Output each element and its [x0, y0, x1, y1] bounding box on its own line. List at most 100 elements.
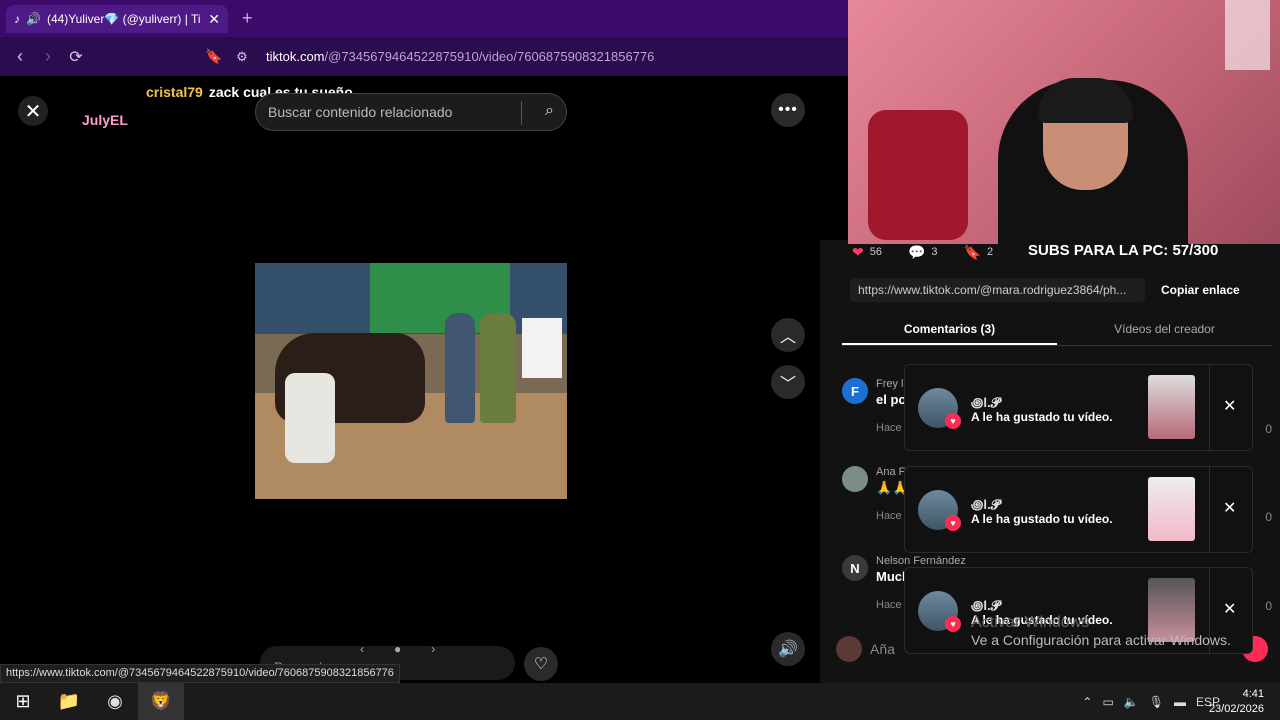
comment-count: 3	[931, 246, 938, 258]
like-notification[interactable]: ♥ ꩜l.𝓟 A le ha gustado tu vídeo. ✕	[904, 466, 1253, 553]
close-icon: ✕	[1223, 398, 1237, 415]
microphone-icon[interactable]: 🎙	[1149, 695, 1164, 709]
save-count-icon[interactable]: 🔖	[964, 244, 981, 261]
carousel-next-icon[interactable]: ›	[431, 642, 435, 656]
tab-title: (44)Yuliver💎 (@yuliverr) | Ti	[46, 12, 201, 26]
comment-text: el po	[876, 392, 907, 407]
subs-goal-overlay: SUBS PARA LA PC: 57/300	[1028, 242, 1219, 259]
browser-tab-bar: ♪ 🔊 (44)Yuliver💎 (@yuliverr) | Ti ✕ +	[0, 0, 848, 37]
commenter-name[interactable]: Frey l	[876, 378, 904, 390]
network-icon[interactable]: ▭	[1102, 695, 1113, 709]
windows-start-icon[interactable]: ⊞	[0, 683, 46, 720]
notification-divider	[1209, 467, 1210, 552]
notification-user: ꩜l.𝓟	[971, 598, 1000, 613]
volume-tray-icon[interactable]: 🔈	[1124, 695, 1139, 709]
webcam-overlay	[848, 0, 1280, 244]
commenter-avatar[interactable]: N	[842, 555, 868, 581]
like-count-icon[interactable]: ❤	[852, 244, 864, 261]
notification-thumbnail[interactable]	[1148, 375, 1195, 439]
video-person	[445, 313, 475, 423]
heart-icon: ♡	[533, 656, 549, 673]
related-search-input[interactable]: Buscar contenido relacionado ⌕	[255, 93, 567, 131]
windows-activation-watermark: Activar Windows Ve a Configuración para …	[971, 614, 1231, 648]
share-link-row: https://www.tiktok.com/@mara.rodriguez38…	[850, 278, 1250, 302]
tab-close-button[interactable]: ✕	[208, 11, 220, 28]
comment-count-icon[interactable]: 💬	[908, 244, 925, 261]
close-notification-button[interactable]: ✕	[1223, 498, 1236, 518]
comment-like-count: 0	[1265, 422, 1272, 436]
previous-video-button[interactable]: ︿	[771, 318, 805, 352]
notification-message: A le ha gustado tu vídeo.	[971, 512, 1113, 526]
volume-button[interactable]: 🔊	[771, 632, 805, 666]
heart-icon: ♥	[945, 413, 961, 429]
url-domain: tiktok.com	[266, 49, 325, 64]
browser-tab[interactable]: ♪ 🔊 (44)Yuliver💎 (@yuliverr) | Ti ✕	[6, 5, 228, 33]
clock-date: 23/02/2026	[1208, 703, 1264, 715]
notification-thumbnail[interactable]	[1148, 477, 1195, 541]
webcam-hair	[1038, 78, 1133, 123]
back-icon[interactable]: ‹	[6, 46, 34, 67]
tray-chevron-icon[interactable]: ⌃	[1082, 695, 1092, 709]
tab-comments[interactable]: Comentarios (3)	[842, 318, 1057, 345]
close-notification-button[interactable]: ✕	[1223, 396, 1236, 416]
commenter-avatar[interactable]	[842, 466, 868, 492]
reload-icon[interactable]: ⟳	[62, 47, 90, 67]
comment-like-count: 0	[1265, 599, 1272, 613]
photo-carousel-nav: ‹ ● ›	[360, 642, 435, 656]
share-link[interactable]: https://www.tiktok.com/@mara.rodriguez38…	[850, 278, 1145, 302]
tiktok-icon: ♪	[14, 12, 20, 26]
like-notification[interactable]: ♥ ꩜l.𝓟 A le ha gustado tu vídeo. ✕	[904, 364, 1253, 451]
search-icon[interactable]: ⌕	[545, 102, 554, 120]
more-icon: •••	[778, 101, 798, 118]
volume-icon: 🔊	[778, 641, 798, 658]
system-tray: ⌃ ▭ 🔈 🎙 ▬ ESP	[1082, 683, 1220, 720]
heart-icon: ♥	[945, 616, 961, 632]
close-video-button[interactable]: ✕	[18, 96, 48, 126]
brave-browser-icon[interactable]: 🦁	[138, 683, 184, 720]
comment-like-count: 0	[1265, 510, 1272, 524]
tab-creator-videos[interactable]: Vídeos del creador	[1057, 318, 1272, 345]
status-bar-url: https://www.tiktok.com/@7345679464522875…	[0, 664, 400, 683]
chat-username: cristal79	[146, 84, 203, 100]
comment-time: Hace	[876, 510, 902, 522]
activation-subtitle: Ve a Configuración para activar Windows.	[971, 632, 1231, 648]
add-comment-input[interactable]: Aña	[870, 641, 895, 657]
chat-badge-user: JulyEL	[82, 112, 128, 128]
more-options-button[interactable]: •••	[771, 93, 805, 127]
site-settings-icon[interactable]: ⚙	[228, 49, 256, 65]
like-button[interactable]: ♡	[524, 647, 558, 681]
url-field[interactable]: tiktok.com/@7345679464522875910/video/76…	[266, 49, 654, 64]
user-avatar	[836, 636, 862, 662]
video-frame[interactable]	[255, 263, 567, 499]
panel-tabs: Comentarios (3) Vídeos del creador	[842, 318, 1272, 346]
commenter-avatar[interactable]: F	[842, 378, 868, 404]
notification-user: ꩜l.𝓟	[971, 497, 1000, 512]
notification-user: ꩜l.𝓟	[971, 395, 1000, 410]
notification-divider	[1209, 365, 1210, 450]
copy-link-button[interactable]: Copiar enlace	[1161, 283, 1240, 297]
video-sign	[522, 318, 562, 378]
activation-title: Activar Windows	[971, 614, 1090, 631]
obs-icon[interactable]: ◉	[92, 683, 138, 720]
new-tab-button[interactable]: +	[242, 8, 253, 29]
video-cow-legs	[285, 373, 335, 463]
bookmark-icon[interactable]: 🔖	[200, 48, 228, 65]
address-bar: ‹ › ⟳ 🔖 ⚙ tiktok.com/@734567946452287591…	[0, 37, 848, 76]
forward-icon[interactable]: ›	[34, 46, 62, 67]
file-explorer-icon[interactable]: 📁	[46, 683, 92, 720]
commenter-name[interactable]: Ana F	[876, 466, 905, 478]
carousel-dot[interactable]: ●	[394, 642, 401, 656]
search-placeholder: Buscar contenido relacionado	[268, 104, 453, 120]
speaker-icon: 🔊	[26, 12, 41, 26]
chevron-up-icon: ︿	[779, 329, 796, 346]
battery-icon[interactable]: ▬	[1174, 695, 1186, 709]
windows-taskbar: ⊞ 📁 ◉ 🦁 ⌃ ▭ 🔈 🎙 ▬ ESP 4:41 23/02/2026	[0, 683, 1280, 720]
next-video-button[interactable]: ﹀	[771, 365, 805, 399]
taskbar-clock[interactable]: 4:41 23/02/2026	[1209, 687, 1264, 717]
video-person	[480, 313, 516, 423]
comment-time: Hace	[876, 422, 902, 434]
commenter-name[interactable]: Nelson Fernández	[876, 555, 966, 567]
comment-time: Hace	[876, 599, 902, 611]
carousel-prev-icon[interactable]: ‹	[360, 642, 364, 656]
clock-time: 4:41	[1242, 688, 1264, 700]
